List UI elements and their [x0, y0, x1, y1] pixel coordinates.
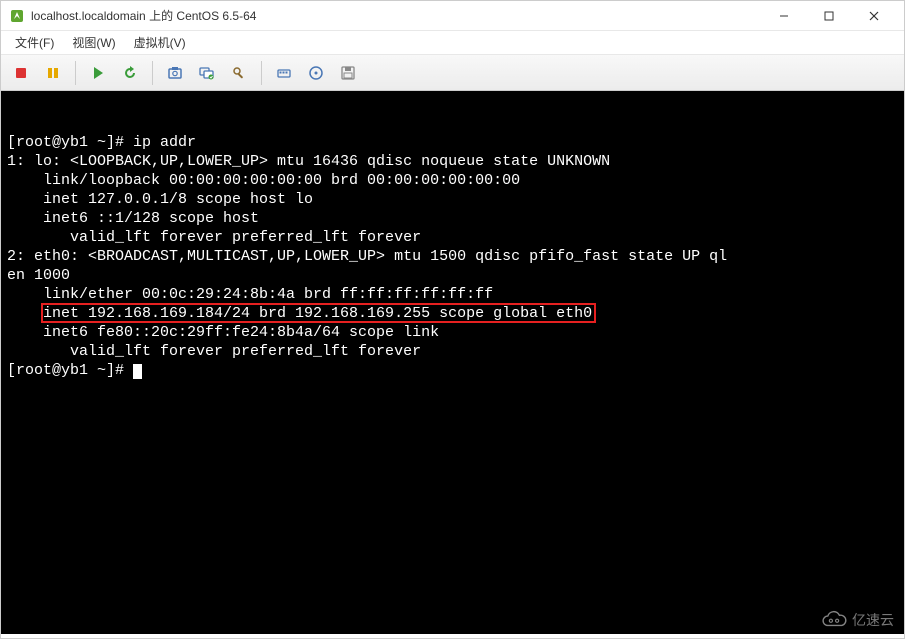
terminal-line: inet6 fe80::20c:29ff:fe24:8b4a/64 scope …: [7, 323, 898, 342]
terminal-line: link/ether 00:0c:29:24:8b:4a brd ff:ff:f…: [7, 285, 898, 304]
app-icon: [9, 8, 25, 24]
cdrom-button[interactable]: [302, 59, 330, 87]
terminal[interactable]: [root@yb1 ~]# ip addr1: lo: <LOOPBACK,UP…: [1, 91, 904, 634]
toolbar-separator: [152, 61, 153, 85]
close-button[interactable]: [851, 1, 896, 31]
send-cad-button[interactable]: [270, 59, 298, 87]
floppy-button[interactable]: [334, 59, 362, 87]
terminal-line: 2: eth0: <BROADCAST,MULTICAST,UP,LOWER_U…: [7, 247, 898, 266]
terminal-line: en 1000: [7, 266, 898, 285]
window-title: localhost.localdomain 上的 CentOS 6.5-64: [31, 7, 761, 24]
maximize-button[interactable]: [806, 1, 851, 31]
watermark-text: 亿速云: [852, 610, 894, 630]
snapshot-manager-button[interactable]: [193, 59, 221, 87]
toolbar-separator: [261, 61, 262, 85]
menu-vm[interactable]: 虚拟机(V): [126, 32, 194, 53]
terminal-line: inet 127.0.0.1/8 scope host lo: [7, 190, 898, 209]
terminal-cursor: [133, 364, 142, 379]
terminal-highlight-box: [41, 303, 596, 323]
watermark: 亿速云: [820, 610, 894, 630]
pause-button[interactable]: [39, 59, 67, 87]
toolbar: [1, 55, 904, 91]
menubar: 文件(F) 视图(W) 虚拟机(V): [1, 31, 904, 55]
cloud-icon: [820, 610, 848, 630]
menu-view[interactable]: 视图(W): [64, 32, 123, 53]
menu-file[interactable]: 文件(F): [7, 32, 62, 53]
toolbar-separator: [75, 61, 76, 85]
terminal-line: link/loopback 00:00:00:00:00:00 brd 00:0…: [7, 171, 898, 190]
terminal-line: 1: lo: <LOOPBACK,UP,LOWER_UP> mtu 16436 …: [7, 152, 898, 171]
snapshot-button[interactable]: [161, 59, 189, 87]
minimize-button[interactable]: [761, 1, 806, 31]
terminal-line: inet6 ::1/128 scope host: [7, 209, 898, 228]
terminal-line: [root@yb1 ~]# ip addr: [7, 133, 898, 152]
terminal-line: valid_lft forever preferred_lft forever: [7, 228, 898, 247]
terminal-line: [root@yb1 ~]#: [7, 361, 898, 380]
restart-button[interactable]: [116, 59, 144, 87]
window-controls: [761, 1, 896, 31]
titlebar: localhost.localdomain 上的 CentOS 6.5-64: [1, 1, 904, 31]
play-button[interactable]: [84, 59, 112, 87]
stop-button[interactable]: [7, 59, 35, 87]
terminal-line: valid_lft forever preferred_lft forever: [7, 342, 898, 361]
guest-tools-button[interactable]: [225, 59, 253, 87]
